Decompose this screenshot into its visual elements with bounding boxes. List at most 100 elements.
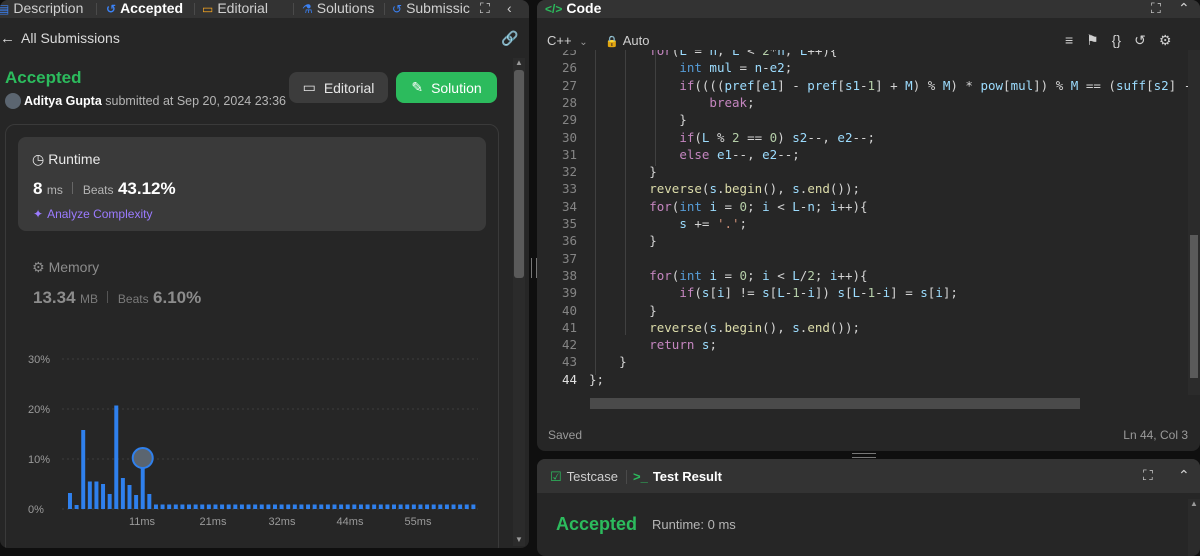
maximize-icon[interactable]: ⛶ (480, 0, 490, 18)
chart-bar[interactable] (127, 485, 132, 509)
chart-bar[interactable] (286, 504, 291, 510)
tab-editorial[interactable]: ▭ Editorial (202, 0, 268, 18)
chart-bar[interactable] (444, 504, 449, 510)
chart-bar[interactable] (464, 504, 469, 510)
chevron-up-icon[interactable]: ⌃ (1178, 0, 1190, 18)
link-icon[interactable]: 🔗 (501, 30, 518, 47)
chart-bar[interactable] (319, 504, 324, 510)
scrollbar-track[interactable]: ▲ ▼ (513, 58, 525, 546)
chart-bar[interactable] (358, 504, 363, 510)
chart-bar[interactable] (246, 504, 251, 510)
chart-bar[interactable] (392, 504, 396, 510)
code-editor[interactable]: 25 for(L = n; L < 2*n; L++){26 int mul =… (537, 50, 1188, 395)
runtime-distribution-chart[interactable]: 30% 20% 10% 0% 11ms 21ms 32ms 44ms 55ms (6, 349, 486, 548)
code-line[interactable]: }; (589, 372, 604, 387)
chart-bar[interactable] (273, 504, 277, 510)
chart-bar[interactable] (107, 494, 112, 509)
chart-bar[interactable] (378, 504, 383, 510)
code-line[interactable]: } (589, 112, 687, 127)
chart-bar[interactable] (345, 504, 350, 510)
chart-bar[interactable] (418, 504, 423, 510)
maximize-icon[interactable]: ⛶ (1151, 0, 1161, 18)
analyze-complexity-link[interactable]: ✦ Analyze Complexity (33, 207, 152, 221)
result-scrollbar[interactable]: ▲ (1188, 499, 1200, 556)
all-submissions-link[interactable]: ← All Submissions (0, 30, 120, 47)
format-icon[interactable]: ≡ (1065, 32, 1073, 49)
chart-bar[interactable] (134, 495, 139, 509)
chart-bar[interactable] (299, 504, 304, 510)
braces-icon[interactable]: {} (1112, 32, 1121, 49)
chart-bar[interactable] (259, 504, 264, 510)
chart-bar[interactable] (81, 430, 86, 509)
chart-bar[interactable] (87, 481, 92, 510)
code-line[interactable]: if(s[i] != s[L-1-i]) s[L-1-i] = s[i]; (589, 285, 958, 300)
chevron-up-icon[interactable]: ⌃ (1178, 467, 1190, 484)
chart-bar[interactable] (438, 504, 443, 510)
your-submission-marker[interactable] (131, 447, 154, 469)
tab-solutions[interactable]: ⚗ Solutions (302, 0, 374, 18)
code-line[interactable]: return s; (589, 337, 717, 352)
reset-icon[interactable]: ↺ (1134, 32, 1146, 49)
chart-bar[interactable] (451, 504, 456, 510)
code-line[interactable]: int mul = n-e2; (589, 60, 792, 75)
tab-test-result[interactable]: >_ Test Result (633, 469, 722, 484)
runtime-box[interactable]: ◷ Runtime 8 ms Beats 43.12% ✦ Analyze Comp… (18, 137, 486, 231)
chart-bar[interactable] (187, 504, 191, 510)
tab-code[interactable]: </> Code (545, 0, 601, 18)
chart-bar[interactable] (253, 504, 258, 510)
chart-bar[interactable] (120, 478, 125, 509)
chart-bar[interactable] (365, 504, 370, 510)
editorial-button[interactable]: ▭ Editorial (289, 72, 388, 103)
chart-bar[interactable] (458, 504, 463, 510)
chart-bar[interactable] (200, 504, 205, 510)
chart-bar[interactable] (425, 504, 430, 510)
code-line[interactable]: s += '.'; (589, 216, 747, 231)
auto-mode[interactable]: 🔒 Auto (605, 33, 649, 48)
code-scrollbar-thumb[interactable] (1190, 235, 1198, 378)
scroll-up-icon[interactable]: ▲ (1188, 499, 1200, 508)
chart-bar[interactable] (405, 504, 410, 510)
code-line[interactable]: for(L = n; L < 2*n; L++){ (589, 50, 837, 58)
tab-accepted[interactable]: ↺ Accepted (106, 0, 183, 18)
vertical-resize-handle[interactable] (531, 258, 537, 278)
chart-bar[interactable] (167, 504, 172, 510)
chart-bar[interactable] (226, 504, 231, 510)
chart-bar[interactable] (306, 504, 311, 510)
chart-bar[interactable] (74, 505, 79, 509)
bookmark-icon[interactable]: ⚑ (1086, 32, 1099, 49)
code-scrollbar[interactable] (1188, 50, 1200, 395)
chart-bar[interactable] (233, 504, 238, 510)
chart-bar[interactable] (471, 504, 476, 510)
settings-icon[interactable]: ⚙ (1159, 32, 1172, 49)
chart-bar[interactable] (385, 504, 390, 510)
code-line[interactable]: } (589, 164, 657, 179)
tab-submissions[interactable]: ↺ Submissic (392, 0, 470, 18)
chart-bar[interactable] (153, 504, 158, 510)
horizontal-resize-handle[interactable] (852, 453, 876, 458)
code-line[interactable]: for(int i = 0; i < L/2; i++){ (589, 268, 867, 283)
user-name[interactable]: Aditya Gupta (24, 94, 102, 108)
chart-bar[interactable] (193, 504, 198, 510)
horizontal-scrollbar-thumb[interactable] (590, 398, 1080, 409)
chart-bar[interactable] (279, 504, 284, 510)
code-line[interactable]: } (589, 354, 627, 369)
chart-bar[interactable] (239, 504, 244, 510)
code-line[interactable]: reverse(s.begin(), s.end()); (589, 181, 860, 196)
chart-bar[interactable] (173, 504, 178, 510)
chart-bar[interactable] (431, 504, 436, 510)
memory-header[interactable]: ⚙ Memory (32, 259, 99, 276)
collapse-icon[interactable]: ‹ (507, 0, 512, 18)
code-line[interactable]: reverse(s.begin(), s.end()); (589, 320, 860, 335)
maximize-icon[interactable]: ⛶ (1143, 467, 1153, 484)
chart-bar[interactable] (220, 504, 225, 510)
tab-testcase[interactable]: ☑ Testcase (550, 469, 618, 485)
chart-bar[interactable] (372, 504, 377, 510)
language-select[interactable]: C++ ⌄ (547, 33, 588, 48)
chart-bar[interactable] (325, 504, 330, 510)
chart-bar[interactable] (292, 504, 297, 510)
tab-description[interactable]: ▤ Description (0, 0, 83, 18)
code-line[interactable]: for(int i = 0; i < L-n; i++){ (589, 199, 867, 214)
code-line[interactable]: if((((pref[e1] - pref[s1-1] + M) % M) * … (589, 78, 1188, 93)
chart-bar[interactable] (213, 504, 218, 510)
avatar[interactable] (5, 93, 21, 109)
